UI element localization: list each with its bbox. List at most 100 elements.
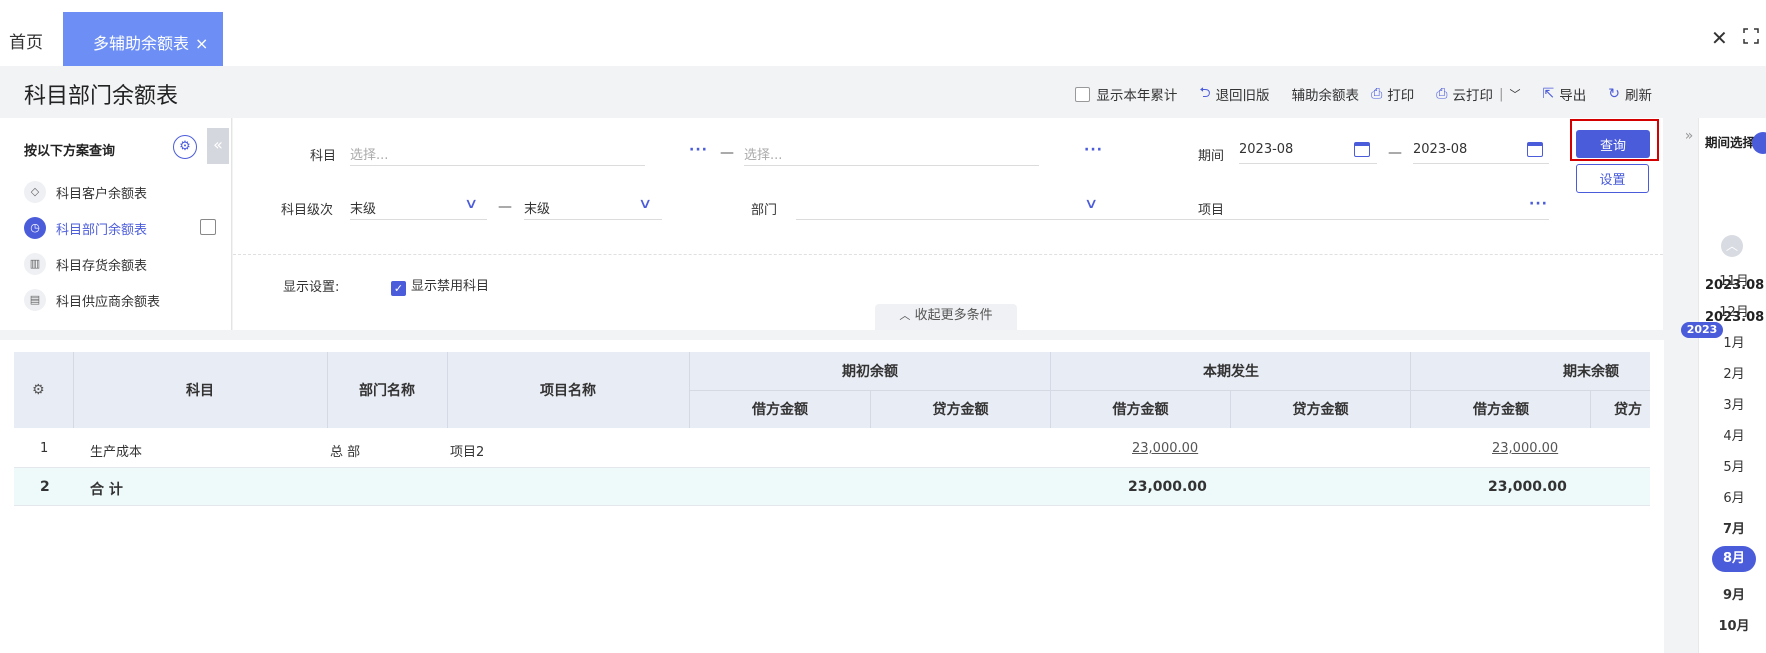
export-label: 导出: [1559, 88, 1587, 104]
cloud-print-label: 云打印: [1452, 88, 1493, 104]
divider: |: [1498, 86, 1504, 102]
table-header: ⚙ 科目 部门名称 项目名称 期初余额 借方金额 贷方金额 本期发生 借方金额 …: [14, 352, 1650, 428]
tab-bar: 首页 多辅助余额表 × ✕: [0, 0, 1766, 66]
th-opening: 期初余额: [842, 364, 898, 380]
tab-multi-aux-balance[interactable]: 多辅助余额表 ×: [63, 12, 223, 66]
scheme-item-label: 科目客户余额表: [56, 186, 148, 202]
subject-to-input[interactable]: 选择...: [744, 140, 1039, 166]
save-icon[interactable]: [200, 219, 216, 235]
gear-icon[interactable]: ⚙: [173, 135, 197, 159]
refresh-icon: ↻: [1608, 86, 1620, 102]
row-subject: 生产成本: [90, 445, 143, 460]
export-icon: ⇱: [1542, 86, 1555, 102]
month-2[interactable]: 2月: [1712, 363, 1756, 382]
month-6[interactable]: 6月: [1712, 487, 1756, 506]
th-subject: 科目: [186, 383, 214, 399]
data-table: ⚙ 科目 部门名称 项目名称 期初余额 借方金额 贷方金额 本期发生 借方金额 …: [0, 340, 1664, 653]
month-10[interactable]: 10月: [1712, 615, 1756, 634]
printer-icon: ⎙: [1371, 86, 1383, 102]
print-label: 打印: [1387, 88, 1415, 104]
th-opening-debit: 借方金额: [752, 402, 808, 418]
month-3[interactable]: 3月: [1712, 394, 1756, 413]
row-closing-debit-link[interactable]: 23,000.00: [1492, 441, 1558, 456]
fullscreen-icon[interactable]: [1743, 28, 1759, 44]
month-11[interactable]: 11月: [1712, 270, 1756, 289]
chevron-down-icon[interactable]: ∨: [464, 196, 478, 212]
cloud-print-button[interactable]: ⎙ 云打印 | ﹀: [1436, 84, 1520, 104]
month-1[interactable]: 1月: [1712, 332, 1756, 351]
chevron-down-icon[interactable]: ﹀: [1510, 86, 1521, 102]
show-year-total-label: 显示本年累计: [1096, 88, 1178, 104]
level-label: 科目级次: [281, 203, 334, 218]
collapse-left-icon[interactable]: «: [207, 128, 229, 164]
gear-icon[interactable]: ⚙: [32, 382, 45, 398]
row-dept: 总 部: [330, 445, 361, 460]
tab-home[interactable]: 首页: [9, 28, 43, 53]
scheme-item-inventory[interactable]: ▥ 科目存货余额表: [24, 253, 147, 275]
scheme-item-customer[interactable]: ◇ 科目客户余额表: [24, 181, 147, 203]
table-row[interactable]: 1 生产成本 总 部 项目2 23,000.00 23,000.00: [14, 430, 1650, 468]
project-input[interactable]: [1239, 194, 1549, 220]
show-disabled-label: 显示禁用科目: [411, 279, 490, 294]
calendar-icon[interactable]: [1354, 142, 1370, 157]
period-title: 期间选择: [1705, 135, 1756, 150]
scheme-item-label: 科目存货余额表: [56, 258, 148, 274]
chevron-down-icon[interactable]: ∨: [1084, 196, 1098, 212]
th-current-debit: 借方金额: [1112, 402, 1169, 418]
scheme-item-department[interactable]: ◷ 科目部门余额表: [24, 217, 147, 239]
more-icon[interactable]: ···: [689, 142, 708, 158]
collapse-more-button[interactable]: ︿ 收起更多条件: [875, 304, 1017, 330]
dept-label: 部门: [751, 203, 778, 218]
scheme-panel: 按以下方案查询 ⚙ « ◇ 科目客户余额表 ◷ 科目部门余额表 ▥ 科目存货余额表 ▤…: [0, 118, 232, 330]
print-button[interactable]: ⎙ 打印: [1371, 84, 1414, 104]
toolbar: 显示本年累计 ⮌ 退回旧版 辅助余额表 ⎙ 打印 ⎙ 云打印 | ﹀ ⇱ 导出 ↻ 刷新: [1053, 82, 1652, 106]
close-icon[interactable]: ✕: [1711, 26, 1728, 50]
tab-close-icon[interactable]: ×: [195, 34, 208, 53]
refresh-label: 刷新: [1625, 88, 1652, 104]
month-8-selected[interactable]: 8月: [1712, 546, 1756, 572]
month-12[interactable]: 12月: [1712, 301, 1756, 320]
row-closing-debit: 23,000.00: [1488, 479, 1567, 495]
month-5[interactable]: 5月: [1712, 456, 1756, 475]
subject-label: 科目: [310, 149, 337, 164]
expand-right-icon[interactable]: »: [1679, 124, 1699, 150]
check-icon[interactable]: ✓: [391, 281, 406, 296]
th-project: 项目名称: [540, 383, 596, 399]
aux-balance-button[interactable]: 辅助余额表: [1292, 84, 1360, 104]
cube-icon: ◇: [24, 181, 46, 203]
scheme-title: 按以下方案查询: [24, 144, 116, 159]
chevron-down-icon[interactable]: ∨: [638, 196, 652, 212]
settings-button[interactable]: 设置: [1576, 164, 1649, 193]
th-closing-credit: 贷方: [1614, 402, 1642, 418]
chart-icon: ▥: [24, 253, 46, 275]
project-label: 项目: [1198, 203, 1225, 218]
refresh-button[interactable]: ↻ 刷新: [1608, 84, 1652, 104]
month-9[interactable]: 9月: [1712, 584, 1756, 603]
calendar-icon[interactable]: [1527, 142, 1543, 157]
export-button[interactable]: ⇱ 导出: [1543, 84, 1587, 104]
scroll-up-icon[interactable]: ︿: [1721, 235, 1743, 257]
th-opening-credit: 贷方金额: [932, 402, 989, 418]
row-current-debit-link[interactable]: 23,000.00: [1132, 441, 1198, 456]
filter-panel: 科目 选择... ··· — 选择... ··· 期间 2023-08 — 20…: [233, 118, 1663, 330]
page-header: 科目部门余额表 显示本年累计 ⮌ 退回旧版 辅助余额表 ⎙ 打印 ⎙ 云打印 | ﹀ …: [0, 66, 1700, 118]
highlight-box: [1570, 119, 1659, 161]
scheme-item-label: 科目供应商余额表: [56, 294, 161, 310]
scheme-item-supplier[interactable]: ▤ 科目供应商余额表: [24, 289, 160, 311]
display-settings-label: 显示设置:: [283, 280, 340, 295]
show-disabled-checkbox[interactable]: ✓ 显示禁用科目: [391, 275, 489, 296]
more-icon[interactable]: ···: [1529, 196, 1548, 212]
more-icon[interactable]: ···: [1084, 142, 1103, 158]
col-divider: [1590, 390, 1591, 428]
th-closing-debit: 借方金额: [1473, 402, 1529, 418]
range-dash: —: [498, 199, 512, 215]
period-panel: 期间选择 2023.08 2023.08: [1698, 118, 1766, 653]
th-current-credit: 贷方金额: [1292, 402, 1349, 418]
show-year-total-checkbox[interactable]: 显示本年累计: [1075, 84, 1177, 104]
back-old-version-button[interactable]: ⮌ 退回旧版: [1199, 82, 1269, 106]
subject-from-input[interactable]: 选择...: [350, 140, 645, 166]
chevron-up-icon: ︿: [899, 309, 911, 322]
month-4[interactable]: 4月: [1712, 425, 1756, 444]
month-7[interactable]: 7月: [1712, 518, 1756, 537]
checkbox-box[interactable]: [1075, 86, 1091, 102]
